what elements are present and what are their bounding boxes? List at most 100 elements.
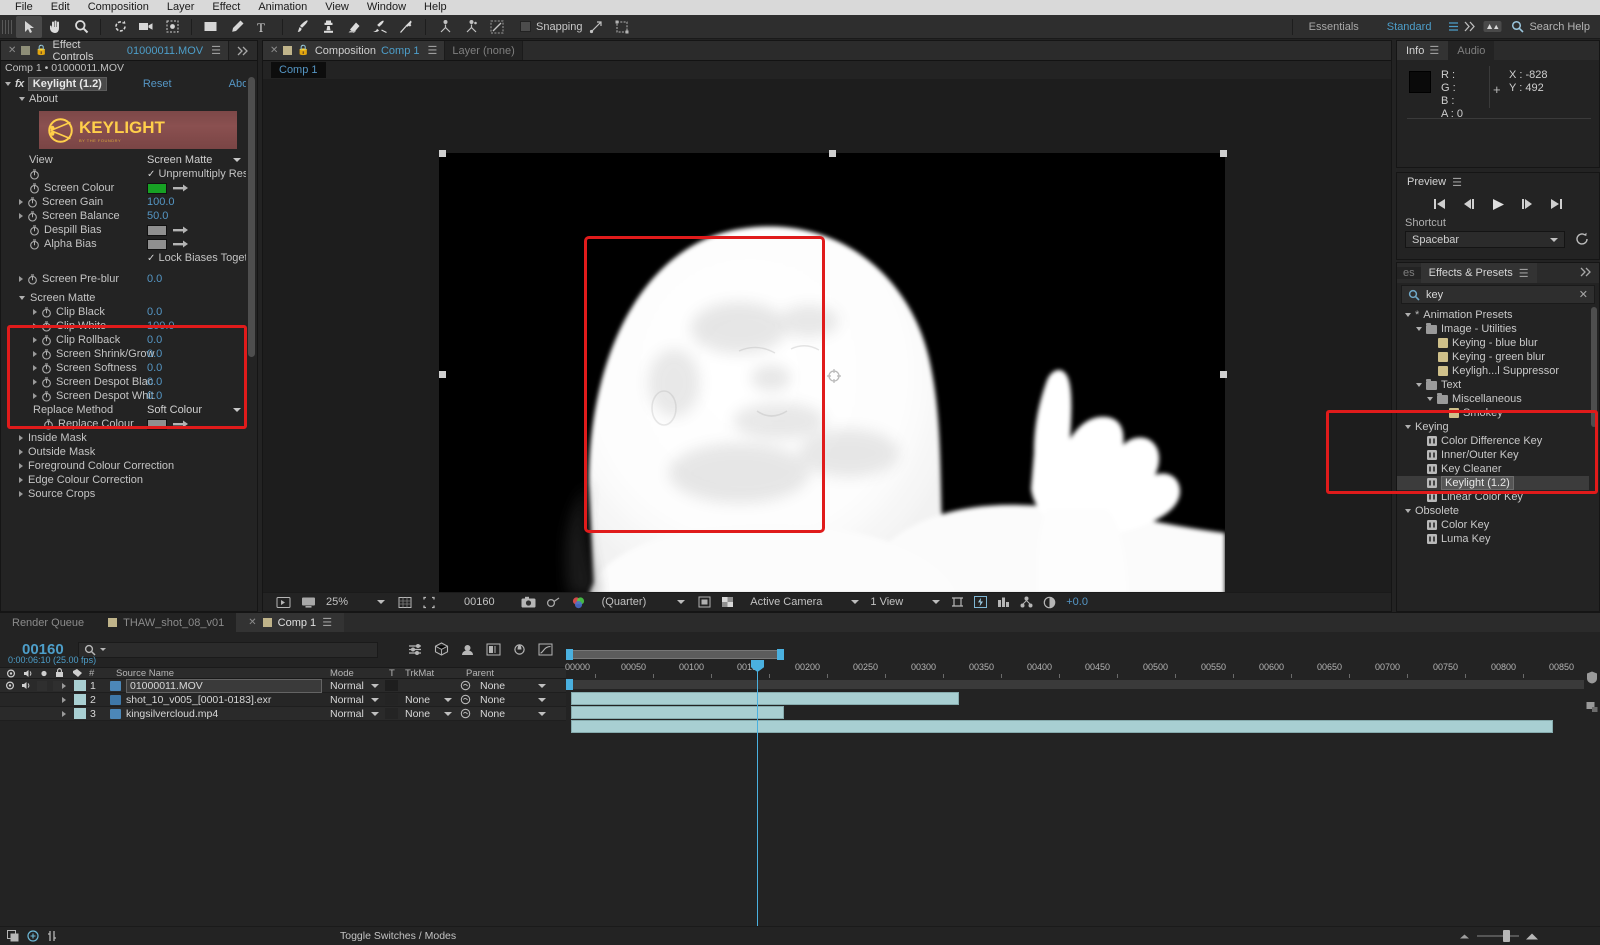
selection-handle-tl[interactable] <box>439 150 446 157</box>
chevron-down-icon[interactable] <box>932 600 941 604</box>
toggle-switches-modes-label[interactable]: Toggle Switches / Modes <box>340 930 456 942</box>
prop-clip-black[interactable]: Clip Black 0.0 <box>1 305 257 319</box>
effects-search-box[interactable]: ✕ <box>1401 285 1595 304</box>
panel-menu-icon[interactable]: ☰ <box>211 44 221 57</box>
snapping-control[interactable]: Snapping <box>520 21 583 33</box>
fast-previews-icon[interactable] <box>969 596 992 608</box>
chevron-down-icon[interactable] <box>233 408 241 412</box>
reset-link[interactable]: Reset <box>143 78 172 90</box>
chevron-down-icon[interactable] <box>371 697 379 702</box>
stopwatch-icon[interactable] <box>29 238 40 250</box>
layer-name[interactable]: kingsilvercloud.mp4 <box>126 708 218 720</box>
panel-menu-icon[interactable]: ☰ <box>1519 267 1529 280</box>
tab-info[interactable]: Info ☰ <box>1397 41 1449 60</box>
menu-item-help[interactable]: Help <box>415 0 456 15</box>
prop-alpha-bias[interactable]: Alpha Bias <box>1 237 257 251</box>
tab-layer[interactable]: Layer (none) <box>445 41 523 60</box>
chevron-down-icon[interactable] <box>1550 237 1558 242</box>
alpha-bias-swatch[interactable] <box>147 238 167 250</box>
layer-t-toggle[interactable] <box>385 680 398 691</box>
prop-screen-balance-value[interactable]: 50.0 <box>147 210 168 222</box>
screen-matte-section-header[interactable]: Screen Matte <box>1 291 257 305</box>
eyedropper-icon[interactable] <box>173 225 190 235</box>
playhead-line[interactable] <box>757 670 758 926</box>
chevron-down-icon[interactable] <box>377 600 386 604</box>
chevron-down-icon[interactable] <box>444 697 452 702</box>
tree-item-color-key[interactable]: Color Key <box>1397 518 1599 532</box>
next-frame-icon[interactable] <box>1521 198 1534 210</box>
chevron-down-icon[interactable] <box>1405 509 1411 513</box>
prop-screen-softness-value[interactable]: 0.0 <box>147 362 162 374</box>
prop-screen-gain-value[interactable]: 100.0 <box>147 196 175 208</box>
chevron-right-icon[interactable] <box>19 435 23 441</box>
chevron-right-icon[interactable] <box>33 323 37 329</box>
chevron-right-icon[interactable] <box>33 351 37 357</box>
exposure-icon[interactable] <box>1038 596 1061 609</box>
tree-item-keylight-12[interactable]: Keylight (1.2) <box>1397 476 1599 490</box>
chevron-down-icon[interactable] <box>1416 383 1422 387</box>
first-frame-icon[interactable] <box>1433 198 1446 210</box>
audio-icon[interactable] <box>23 669 33 678</box>
chevron-right-icon[interactable] <box>33 379 37 385</box>
panel-overflow-icon[interactable] <box>1573 267 1599 280</box>
tree-item-text[interactable]: Text <box>1397 378 1599 392</box>
prop-unpremultiply[interactable]: ✓ Unpremultiply Resul <box>1 167 257 181</box>
shield-icon[interactable] <box>1586 671 1598 684</box>
menu-item-layer[interactable]: Layer <box>158 0 204 15</box>
type-tool-icon[interactable]: T <box>250 16 276 38</box>
chevron-down-icon[interactable] <box>99 648 106 651</box>
chevron-right-icon[interactable] <box>33 365 37 371</box>
chevron-right-icon[interactable] <box>33 393 37 399</box>
always-preview-icon[interactable] <box>271 596 296 609</box>
chevron-down-icon[interactable] <box>677 600 686 604</box>
tree-item-linear-color-key[interactable]: Linear Color Key <box>1397 490 1599 504</box>
selection-handle-mr[interactable] <box>1220 371 1227 378</box>
chevron-right-icon[interactable] <box>33 309 37 315</box>
tab-comp1-timeline[interactable]: ✕ Comp 1 ☰ <box>236 613 345 632</box>
grid-guides-icon[interactable] <box>393 596 417 609</box>
layer-parent[interactable]: None <box>480 694 505 706</box>
graph-editor-icon[interactable] <box>538 643 553 656</box>
prop-clip-white[interactable]: Clip White 100.0 <box>1 319 257 333</box>
tree-item-animation-presets[interactable]: * Animation Presets <box>1397 308 1599 322</box>
menu-item-effect[interactable]: Effect <box>203 0 249 15</box>
work-area-bar[interactable] <box>568 650 783 659</box>
tab-render-queue[interactable]: Render Queue <box>0 613 97 632</box>
pen-tool-icon[interactable] <box>224 16 250 38</box>
layer-parent[interactable]: None <box>480 680 505 692</box>
chevron-right-icon[interactable] <box>19 276 23 282</box>
menu-item-view[interactable]: View <box>316 0 358 15</box>
toolbar-grip[interactable] <box>2 19 12 34</box>
stopwatch-icon[interactable] <box>41 320 52 332</box>
lock-icon[interactable] <box>55 668 64 678</box>
time-nav-bar[interactable] <box>568 680 1584 689</box>
comp-mini-flowchart-icon[interactable] <box>1586 701 1598 713</box>
tabbar-overflow-icon[interactable] <box>229 41 257 60</box>
prop-screen-balance[interactable]: Screen Balance 50.0 <box>1 209 257 223</box>
chevron-right-icon[interactable] <box>62 710 66 717</box>
adobe-stock-icon[interactable] <box>1479 16 1505 38</box>
close-icon[interactable]: ✕ <box>8 45 16 56</box>
effects-search-input[interactable] <box>1426 288 1573 301</box>
layer-label-color[interactable] <box>74 694 86 705</box>
roto-brush-tool-icon[interactable] <box>367 16 393 38</box>
zoom-tool-icon[interactable] <box>68 16 94 38</box>
view-layout-selector[interactable]: 1 View <box>865 596 908 608</box>
audio-icon[interactable] <box>21 681 31 690</box>
chevron-right-icon[interactable] <box>19 213 23 219</box>
timeline-graph[interactable]: 00000 00050 00100 00150 00200 00250 0030… <box>565 632 1584 926</box>
layer-clip-bar-2[interactable] <box>571 706 784 719</box>
prop-screen-despot-black-value[interactable]: 0.0 <box>147 376 162 388</box>
stopwatch-icon[interactable] <box>27 273 38 285</box>
clear-search-icon[interactable]: ✕ <box>1579 288 1588 301</box>
transform-box-icon[interactable] <box>609 16 635 38</box>
tree-item-keying-group[interactable]: Keying <box>1397 420 1599 434</box>
menu-item-composition[interactable]: Composition <box>79 0 158 15</box>
panel-menu-icon[interactable]: ☰ <box>1452 176 1462 189</box>
close-icon[interactable]: ✕ <box>248 617 256 628</box>
hand-tool-icon[interactable] <box>42 16 68 38</box>
layer-mode[interactable]: Normal <box>330 694 364 706</box>
pan-behind-tool-icon[interactable] <box>159 16 185 38</box>
menu-item-edit[interactable]: Edit <box>42 0 79 15</box>
panel-menu-icon[interactable]: ☰ <box>322 616 332 629</box>
